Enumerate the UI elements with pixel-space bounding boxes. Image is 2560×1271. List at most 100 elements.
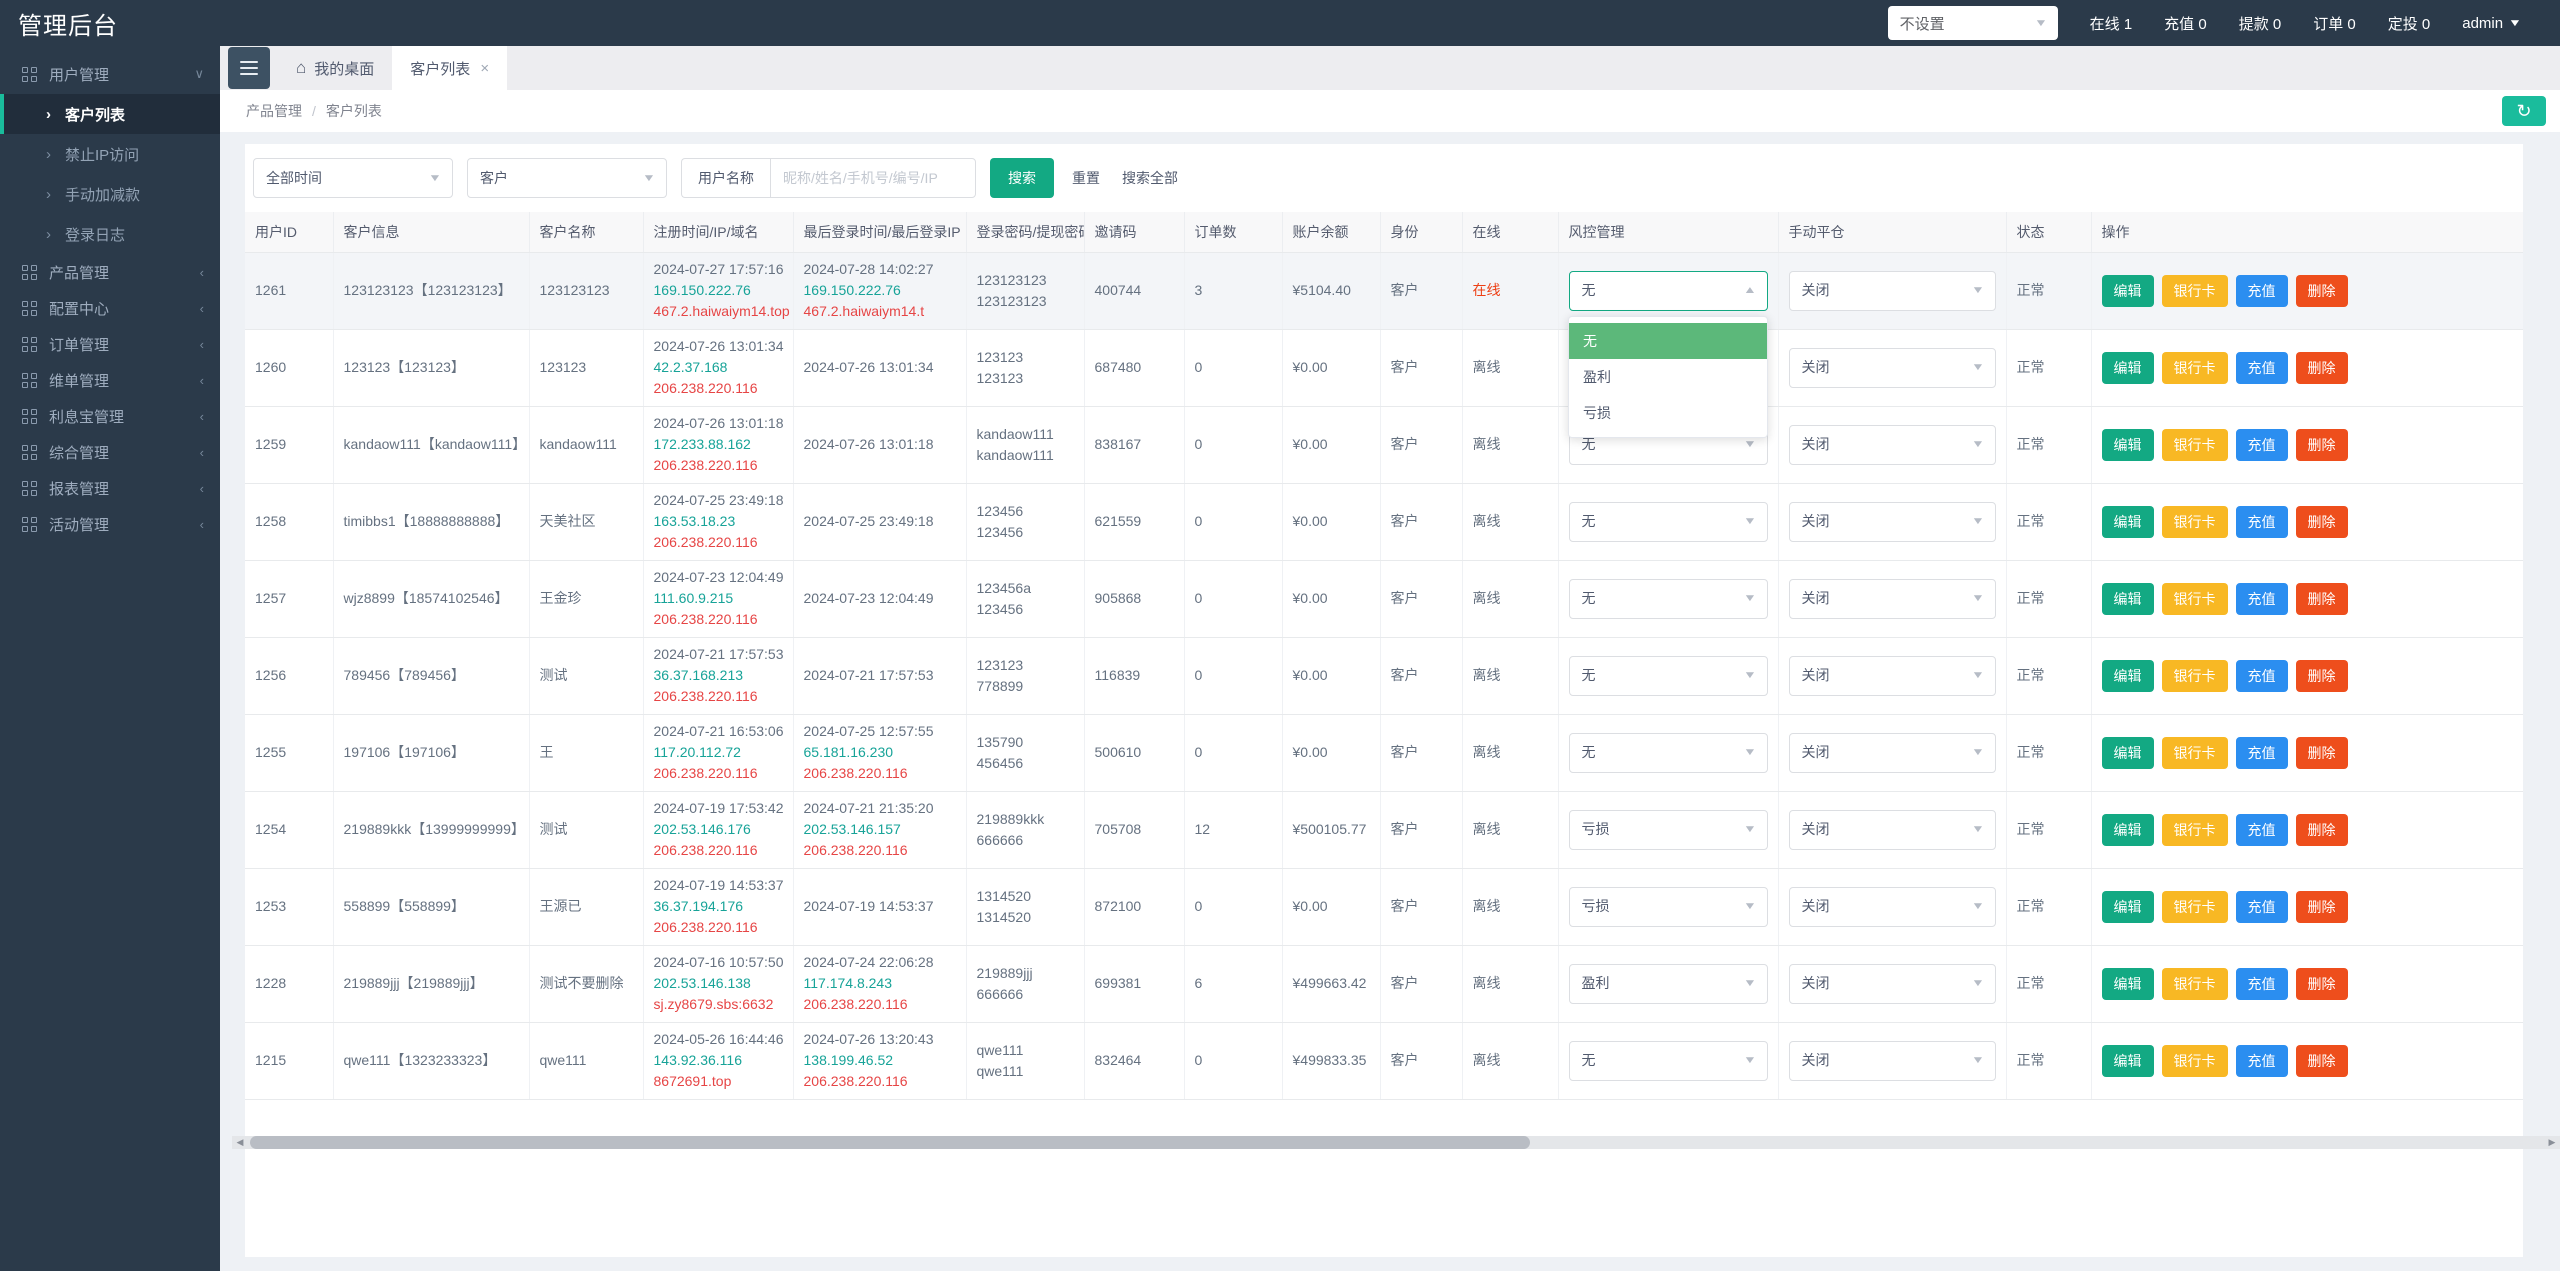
sidebar-item-配置中心[interactable]: 配置中心 ‹ [0, 290, 220, 326]
risk-control-select[interactable]: 无▼ [1568, 655, 1768, 696]
topbar-stat-提款[interactable]: 提款 0 [2239, 13, 2282, 34]
register-ip[interactable]: 36.37.194.176 [654, 896, 783, 917]
last-login-ip[interactable]: 169.150.222.76 [804, 280, 956, 301]
horizontal-scrollbar[interactable]: ◀ ▶ [232, 1136, 2560, 1149]
action-button-充值[interactable]: 充值 [2235, 428, 2288, 461]
last-login-domain[interactable]: 206.238.220.116 [804, 763, 956, 784]
sidebar-subitem-客户列表[interactable]: › 客户列表 [0, 94, 220, 134]
last-login-domain[interactable]: 206.238.220.116 [804, 1071, 956, 1092]
register-domain[interactable]: 206.238.220.116 [654, 840, 783, 861]
manual-close-select[interactable]: 关闭 ▼ [1788, 655, 1996, 696]
register-domain[interactable]: 206.238.220.116 [654, 455, 783, 476]
action-button-删除[interactable]: 删除 [2295, 890, 2348, 923]
action-button-充值[interactable]: 充值 [2235, 1044, 2288, 1077]
register-domain[interactable]: 206.238.220.116 [654, 917, 783, 938]
action-button-编辑[interactable]: 编辑 [2101, 505, 2154, 538]
last-login-domain[interactable]: 206.238.220.116 [804, 840, 956, 861]
action-button-银行卡[interactable]: 银行卡 [2161, 736, 2228, 769]
action-button-充值[interactable]: 充值 [2235, 890, 2288, 923]
sidebar-item-利息宝管理[interactable]: 利息宝管理 ‹ [0, 398, 220, 434]
sidebar-item-活动管理[interactable]: 活动管理 ‹ [0, 506, 220, 542]
manual-close-select[interactable]: 关闭 ▼ [1788, 886, 1996, 927]
action-button-充值[interactable]: 充值 [2235, 813, 2288, 846]
risk-control-select[interactable]: 无▼ [1568, 501, 1768, 542]
register-ip[interactable]: 172.233.88.162 [654, 434, 783, 455]
last-login-ip[interactable]: 65.181.16.230 [804, 742, 956, 763]
action-button-充值[interactable]: 充值 [2235, 505, 2288, 538]
register-ip[interactable]: 143.92.36.116 [654, 1050, 783, 1071]
sidebar-item-订单管理[interactable]: 订单管理 ‹ [0, 326, 220, 362]
action-button-充值[interactable]: 充值 [2235, 351, 2288, 384]
last-login-ip[interactable]: 138.199.46.52 [804, 1050, 956, 1071]
action-button-删除[interactable]: 删除 [2295, 659, 2348, 692]
risk-control-select[interactable]: 无▼ [1568, 578, 1768, 619]
action-button-银行卡[interactable]: 银行卡 [2161, 1044, 2228, 1077]
action-button-删除[interactable]: 删除 [2295, 582, 2348, 615]
risk-option-selected-无[interactable]: 无 [1569, 323, 1767, 359]
risk-control-select[interactable]: 无▼ [1568, 1040, 1768, 1081]
manual-close-select[interactable]: 关闭 ▼ [1788, 809, 1996, 850]
action-button-银行卡[interactable]: 银行卡 [2161, 813, 2228, 846]
search-button[interactable]: 搜索 [990, 158, 1054, 198]
action-button-充值[interactable]: 充值 [2235, 659, 2288, 692]
manual-close-select[interactable]: 关闭 ▼ [1788, 424, 1996, 465]
action-button-编辑[interactable]: 编辑 [2101, 813, 2154, 846]
register-domain[interactable]: 206.238.220.116 [654, 686, 783, 707]
sidebar-item-产品管理[interactable]: 产品管理 ‹ [0, 254, 220, 290]
sidebar-item-报表管理[interactable]: 报表管理 ‹ [0, 470, 220, 506]
register-domain[interactable]: 467.2.haiwaiym14.top [654, 301, 790, 322]
tab-我的桌面[interactable]: ⌂ 我的桌面 [278, 46, 392, 90]
risk-control-select[interactable]: 亏损 ▼ [1568, 809, 1768, 850]
risk-control-select[interactable]: 亏损 ▼ [1568, 886, 1768, 927]
register-domain[interactable]: 206.238.220.116 [654, 378, 783, 399]
action-button-删除[interactable]: 删除 [2295, 505, 2348, 538]
manual-close-select[interactable]: 关闭 ▼ [1788, 270, 1996, 311]
action-button-充值[interactable]: 充值 [2235, 582, 2288, 615]
sidebar-subitem-禁止IP访问[interactable]: › 禁止IP访问 [0, 134, 220, 174]
refresh-button[interactable]: ↻ [2502, 96, 2546, 126]
action-button-银行卡[interactable]: 银行卡 [2161, 967, 2228, 1000]
action-button-删除[interactable]: 删除 [2295, 967, 2348, 1000]
name-search-input[interactable] [770, 158, 976, 198]
risk-control-select[interactable]: 无▼ [1568, 732, 1768, 773]
manual-close-select[interactable]: 关闭 ▼ [1788, 732, 1996, 773]
action-button-充值[interactable]: 充值 [2235, 274, 2288, 307]
action-button-编辑[interactable]: 编辑 [2101, 428, 2154, 461]
topbar-stat-在线[interactable]: 在线 1 [2090, 13, 2133, 34]
action-button-银行卡[interactable]: 银行卡 [2161, 659, 2228, 692]
action-button-编辑[interactable]: 编辑 [2101, 890, 2154, 923]
type-filter-select[interactable]: 客户 ▼ [467, 158, 667, 198]
action-button-删除[interactable]: 删除 [2295, 813, 2348, 846]
scroll-left-icon[interactable]: ◀ [232, 1136, 248, 1149]
time-filter-select[interactable]: 全部时间 ▼ [253, 158, 453, 198]
action-button-银行卡[interactable]: 银行卡 [2161, 274, 2228, 307]
register-domain[interactable]: 206.238.220.116 [654, 532, 783, 553]
manual-close-select[interactable]: 关闭 ▼ [1788, 347, 1996, 388]
topbar-stat-定投[interactable]: 定投 0 [2388, 13, 2431, 34]
sidebar-subitem-登录日志[interactable]: › 登录日志 [0, 214, 220, 254]
register-ip[interactable]: 163.53.18.23 [654, 511, 783, 532]
risk-control-select[interactable]: 盈利 ▼ [1568, 963, 1768, 1004]
scroll-right-icon[interactable]: ▶ [2544, 1136, 2560, 1149]
sidebar-item-用户管理[interactable]: 用户管理 ∨ [0, 54, 220, 94]
last-login-domain[interactable]: 467.2.haiwaiym14.t [804, 301, 956, 322]
manual-close-select[interactable]: 关闭 ▼ [1788, 578, 1996, 619]
scrollbar-thumb[interactable] [250, 1136, 1530, 1149]
tab-客户列表[interactable]: 客户列表 × [392, 46, 508, 90]
register-ip[interactable]: 111.60.9.215 [654, 588, 783, 609]
last-login-ip[interactable]: 202.53.146.157 [804, 819, 956, 840]
action-button-删除[interactable]: 删除 [2295, 274, 2348, 307]
last-login-ip[interactable]: 117.174.8.243 [804, 973, 956, 994]
reset-button[interactable]: 重置 [1068, 168, 1104, 188]
breadcrumb-item[interactable]: 产品管理 [246, 103, 302, 119]
close-icon[interactable]: × [480, 60, 489, 77]
action-button-删除[interactable]: 删除 [2295, 1044, 2348, 1077]
sidebar-item-综合管理[interactable]: 综合管理 ‹ [0, 434, 220, 470]
sidebar-collapse-button[interactable] [228, 47, 270, 89]
action-button-删除[interactable]: 删除 [2295, 351, 2348, 384]
register-ip[interactable]: 36.37.168.213 [654, 665, 783, 686]
action-button-充值[interactable]: 充值 [2235, 736, 2288, 769]
register-domain[interactable]: 8672691.top [654, 1071, 783, 1092]
action-button-编辑[interactable]: 编辑 [2101, 582, 2154, 615]
register-domain[interactable]: sj.zy8679.sbs:6632 [654, 994, 783, 1015]
